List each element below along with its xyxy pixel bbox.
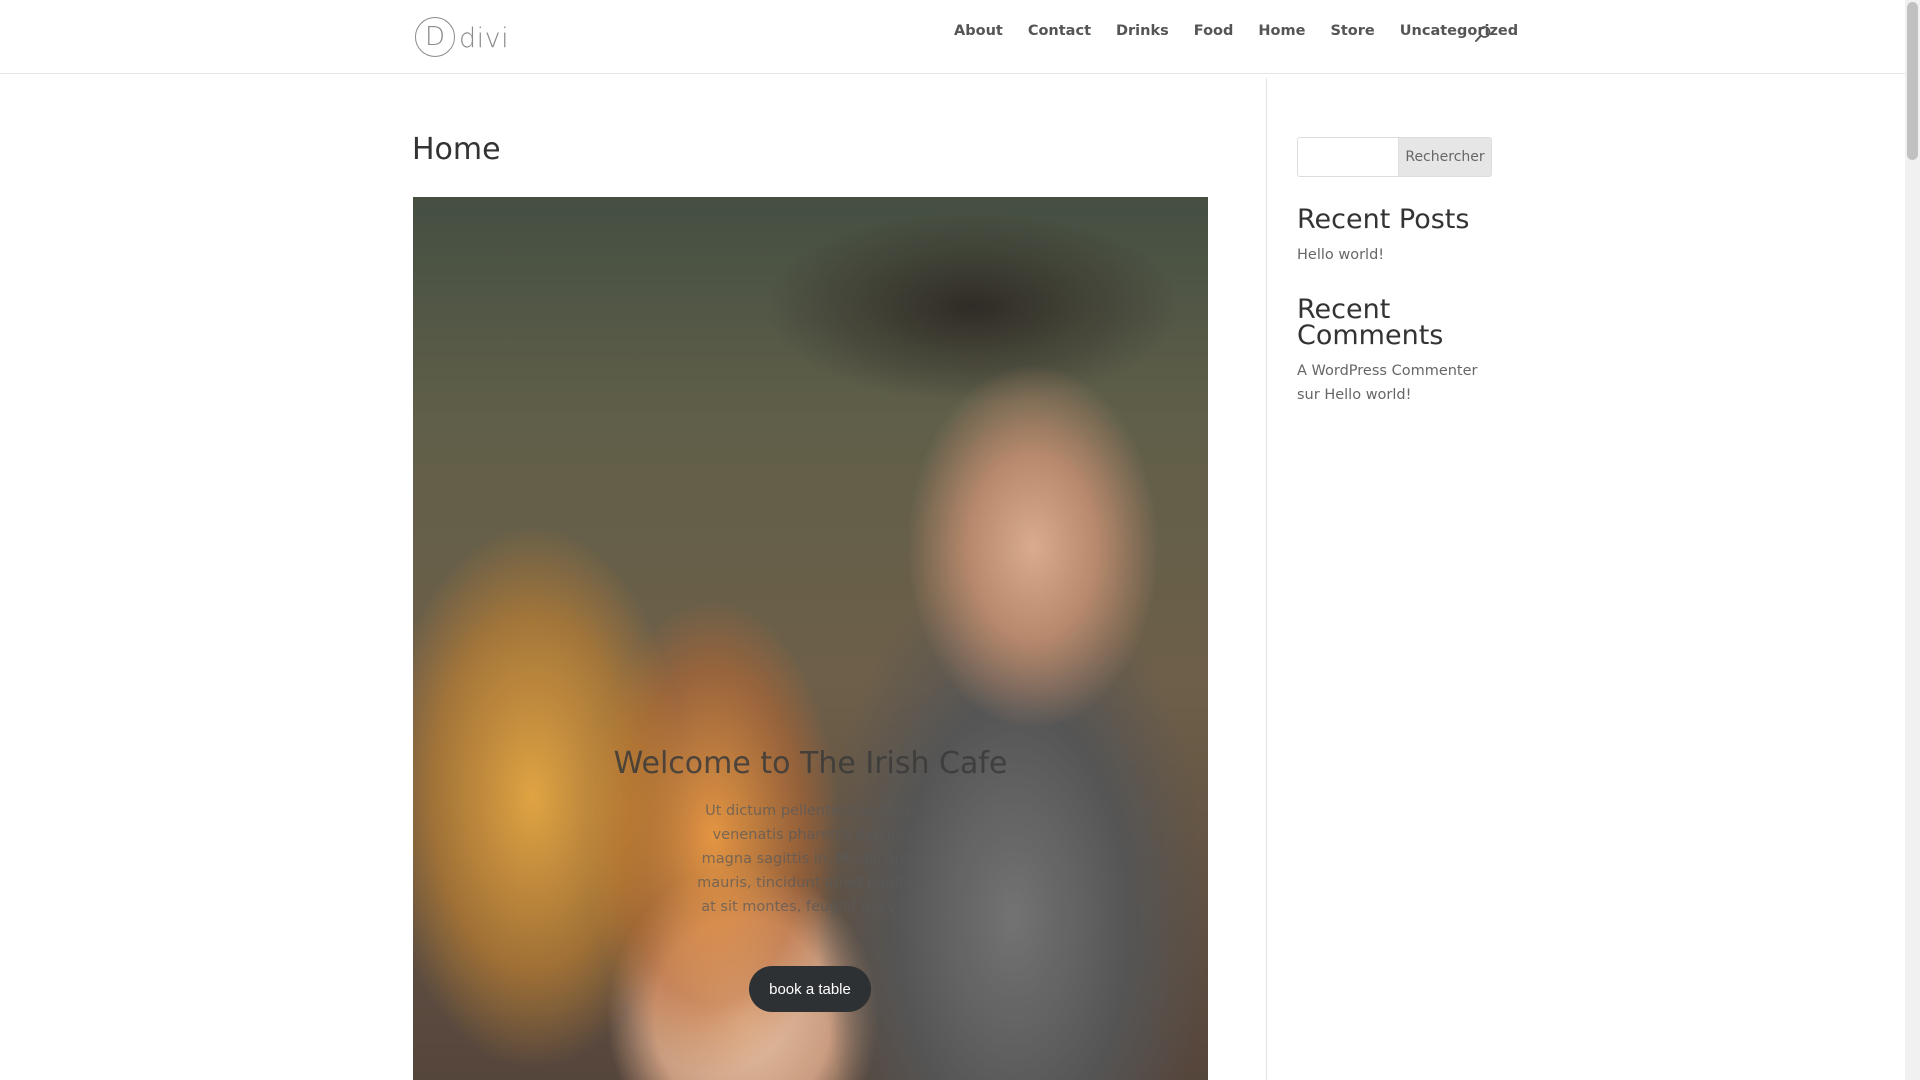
scroll-thumb[interactable]	[1907, 2, 1918, 160]
comment-post-link[interactable]: Hello world!	[1324, 387, 1411, 403]
recent-comment-item: A WordPress Commenter sur Hello world!	[1297, 359, 1497, 407]
comment-connector: sur	[1297, 387, 1320, 403]
nav-item-store[interactable]: Store	[1330, 23, 1374, 39]
site-header: D divi About Contact Drinks Food Home St…	[0, 0, 1905, 73]
hero-text: Ut dictum pellentesque libero venenatis …	[697, 803, 928, 915]
page-title: Home	[412, 132, 501, 167]
nav-item-uncategorized[interactable]: Uncategorized	[1400, 23, 1518, 39]
nav-item-contact[interactable]: Contact	[1028, 23, 1091, 39]
hero-section: Welcome to The Irish Cafe Ut dictum pell…	[413, 197, 1208, 1080]
sidebar-search: Rechercher	[1297, 137, 1492, 177]
logo-text: divi	[459, 22, 510, 54]
main-nav: About Contact Drinks Food Home Store Unc…	[954, 23, 1518, 39]
recent-posts-title: Recent Posts	[1297, 204, 1470, 235]
nav-item-home[interactable]: Home	[1258, 23, 1305, 39]
nav-item-about[interactable]: About	[954, 23, 1003, 39]
hero-image	[413, 197, 1208, 1080]
logo-mark: D	[415, 17, 455, 57]
search-input[interactable]	[1297, 137, 1398, 177]
hero-title: Welcome to The Irish Cafe	[613, 746, 1008, 781]
book-table-button[interactable]: book a table	[749, 966, 871, 1012]
page-scrollbar[interactable]	[1905, 0, 1920, 1080]
recent-post-link[interactable]: Hello world!	[1297, 243, 1384, 267]
search-icon[interactable]	[1474, 25, 1492, 43]
site-logo[interactable]: D divi	[415, 16, 509, 58]
nav-item-food[interactable]: Food	[1194, 23, 1234, 39]
recent-comments-title: Recent Comments	[1297, 294, 1444, 351]
nav-item-drinks[interactable]: Drinks	[1116, 23, 1169, 39]
sidebar-divider	[1266, 78, 1267, 1080]
search-button[interactable]: Rechercher	[1398, 137, 1492, 177]
comment-author-link[interactable]: A WordPress Commenter	[1297, 363, 1478, 379]
